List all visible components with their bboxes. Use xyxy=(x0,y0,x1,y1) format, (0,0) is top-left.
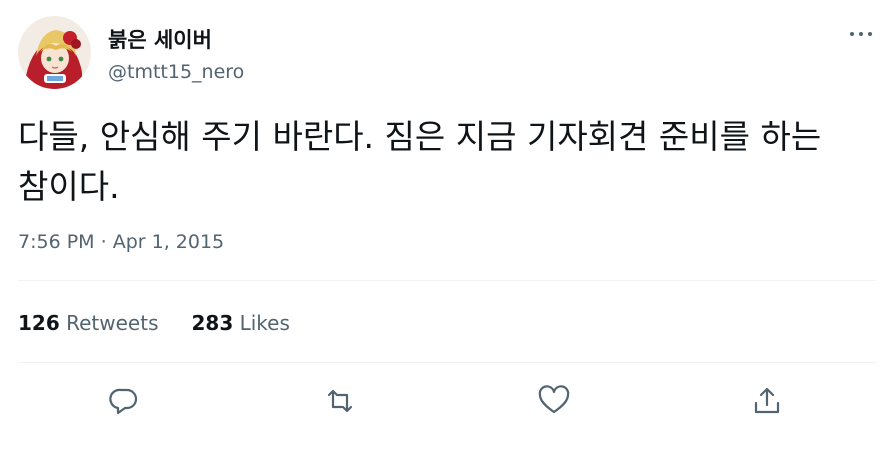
reply-icon xyxy=(109,388,138,415)
tweet-card: 붉은 세이버 @tmtt15_nero 다들, 안심해 주기 바란다. 짐은 지… xyxy=(0,0,894,454)
engagement-stats: 126 Retweets 283 Likes xyxy=(18,311,323,335)
retweets-count: 126 xyxy=(18,311,60,335)
divider xyxy=(18,280,876,281)
reply-button[interactable] xyxy=(104,381,144,421)
like-button[interactable] xyxy=(534,381,574,421)
share-icon xyxy=(754,387,780,414)
more-dots-icon xyxy=(850,32,872,36)
retweet-icon xyxy=(327,389,353,413)
tweet-date: Apr 1, 2015 xyxy=(112,231,225,253)
avatar-image xyxy=(18,16,91,89)
display-name[interactable]: 붉은 세이버 xyxy=(108,24,212,54)
divider xyxy=(18,362,876,363)
tweet-text: 다들, 안심해 주기 바란다. 짐은 지금 기자회견 준비를 하는 참이다. xyxy=(18,117,832,206)
user-handle[interactable]: @tmtt15_nero xyxy=(108,61,244,83)
more-options-button[interactable] xyxy=(843,20,879,48)
tweet-timestamp: 7:56 PM · Apr 1, 2015 xyxy=(18,231,224,253)
timestamp-separator: · xyxy=(100,231,107,253)
avatar[interactable] xyxy=(18,16,91,89)
tweet-time-link[interactable]: 7:56 PM · Apr 1, 2015 xyxy=(18,231,224,253)
retweets-stat[interactable]: 126 Retweets xyxy=(18,311,158,335)
likes-stat[interactable]: 283 Likes xyxy=(191,311,289,335)
tweet-time: 7:56 PM xyxy=(18,231,95,253)
likes-label: Likes xyxy=(239,311,290,335)
likes-count: 283 xyxy=(191,311,234,335)
heart-icon xyxy=(538,385,570,414)
retweets-label: Retweets xyxy=(66,311,159,335)
share-button[interactable] xyxy=(747,381,787,421)
retweet-button[interactable] xyxy=(320,381,360,421)
